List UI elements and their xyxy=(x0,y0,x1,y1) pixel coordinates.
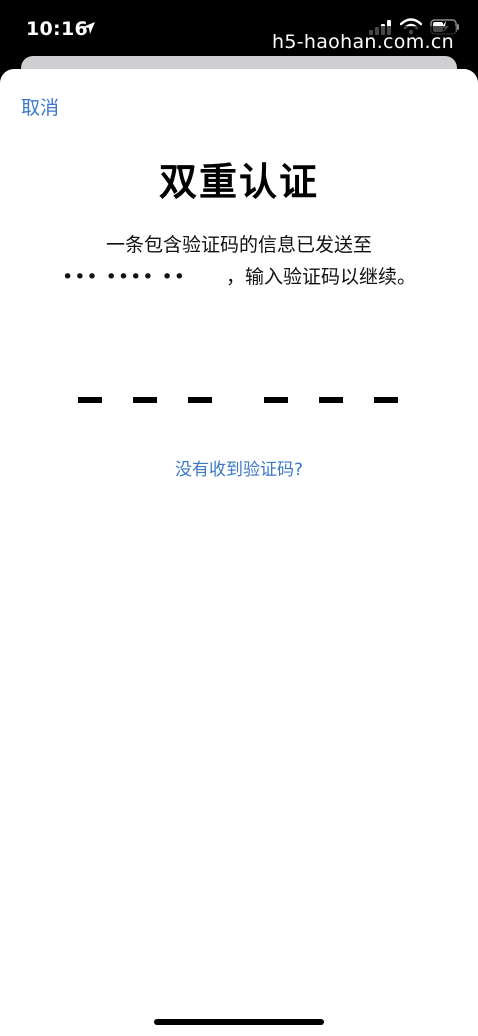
code-digit-slot-6[interactable] xyxy=(374,397,398,403)
masked-phone-number: ••• •••• •• xyxy=(62,266,186,288)
home-indicator[interactable] xyxy=(154,1019,324,1025)
code-digit-slot-2[interactable] xyxy=(133,397,157,403)
resend-code-link[interactable]: 没有收到验证码? xyxy=(0,455,478,480)
two-factor-sheet: 取消 双重认证 一条包含验证码的信息已发送至 ••• •••• •• ，输入验证码… xyxy=(0,69,478,1036)
message-line-2: ••• •••• •• ，输入验证码以继续。 xyxy=(40,261,438,293)
watermark: h5-haohan.com.cn xyxy=(270,26,456,58)
code-digit-slot-4[interactable] xyxy=(264,397,288,403)
message-continue-text: ，输入验证码以继续。 xyxy=(225,266,416,288)
status-time: 10:16 xyxy=(26,18,88,40)
page-title: 双重认证 xyxy=(158,160,319,204)
code-digit-slot-3[interactable] xyxy=(188,397,212,403)
message-line-1: 一条包含验证码的信息已发送至 xyxy=(105,234,372,256)
verification-message: 一条包含验证码的信息已发送至 ••• •••• •• ，输入验证码以继续。 xyxy=(40,229,438,293)
cancel-button[interactable]: 取消 xyxy=(21,93,59,120)
location-arrow-icon xyxy=(83,22,95,34)
code-digit-slot-5[interactable] xyxy=(319,397,343,403)
code-digit-slot-1[interactable] xyxy=(78,397,102,403)
status-bar: 10:16 h5-haohan.com.cn xyxy=(0,0,478,62)
verification-code-input[interactable] xyxy=(78,397,404,405)
